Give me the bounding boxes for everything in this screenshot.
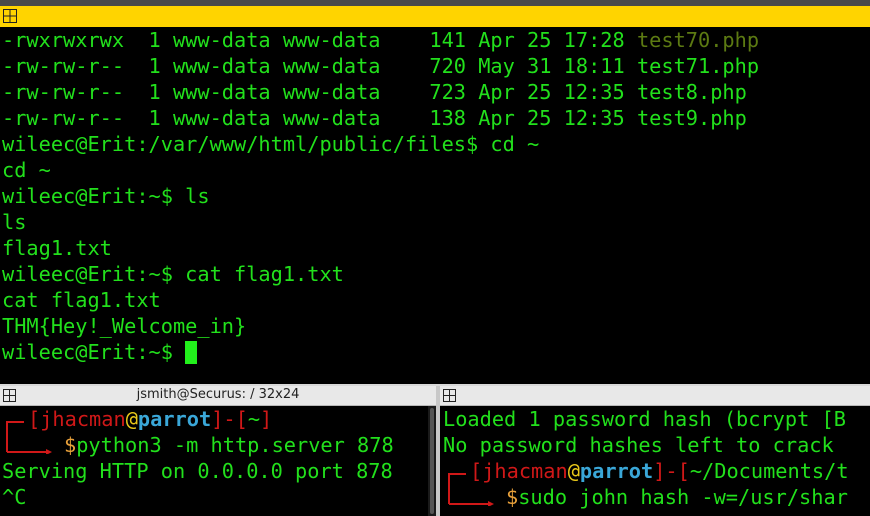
right-terminal-pane[interactable]: Loaded 1 password hash (bcrypt [B No pas… <box>440 406 870 516</box>
terminal-line: wileec@Erit:~$ ls <box>2 184 210 208</box>
file-name: test8.php <box>636 80 747 104</box>
flag-output: THM{Hey!_Welcome_in} <box>2 314 247 338</box>
terminal-line: cd ~ <box>2 158 51 182</box>
terminal-line: Serving HTTP on 0.0.0.0 port 878 <box>2 459 393 483</box>
terminal-line: Loaded 1 password hash (bcrypt [B <box>443 407 846 431</box>
terminal-line: flag1.txt <box>2 236 112 260</box>
terminal-line: No password hashes left to crack <box>443 433 834 457</box>
command-line: $sudo john hash -w=/usr/shar <box>506 485 848 509</box>
terminal-line: wileec@Erit:/var/www/html/public/files$ … <box>2 132 540 156</box>
prompt: wileec@Erit:~$ <box>2 340 186 364</box>
terminal-line: ^C <box>2 485 27 509</box>
prompt-header: [jhacman@parrot]-[~/Documents/t <box>470 459 849 483</box>
left-terminal-pane[interactable]: [jhacman@parrot]-[~] $python3 -m http.se… <box>0 406 428 516</box>
file-name: test70.php <box>636 28 760 52</box>
right-pane-titlebar[interactable] <box>440 386 870 406</box>
ls-line: -rw-rw-r-- 1 www-data www-data 723 Apr 2… <box>2 80 747 104</box>
window-menu-icon[interactable] <box>3 9 17 23</box>
terminal-line: wileec@Erit:~$ cat flag1.txt <box>2 262 344 286</box>
left-pane-scrollbar[interactable] <box>428 406 436 516</box>
left-pane-titlebar[interactable]: jsmith@Securus: / 32x24 <box>0 386 436 406</box>
ls-line: -rw-rw-r-- 1 www-data www-data 720 May 3… <box>2 54 760 78</box>
ls-line: -rw-rw-r-- 1 www-data www-data 138 Apr 2… <box>2 106 747 130</box>
text-cursor <box>185 341 198 364</box>
terminal-line: cat flag1.txt <box>2 288 161 312</box>
pane-menu-icon[interactable] <box>443 389 456 402</box>
ls-line: -rwxrwxrwx 1 www-data www-data 141 Apr 2… <box>2 28 760 52</box>
terminal-line: ls <box>2 210 27 234</box>
top-terminal[interactable]: -rwxrwxrwx 1 www-data www-data 141 Apr 2… <box>0 27 870 384</box>
active-prompt-line[interactable]: wileec@Erit:~$ <box>2 339 198 365</box>
left-pane-title: jsmith@Securus: / 32x24 <box>136 387 300 402</box>
top-terminal-titlebar[interactable] <box>0 6 870 27</box>
command-line: $python3 -m http.server 878 <box>64 433 394 457</box>
scroll-thumb[interactable] <box>430 408 434 514</box>
file-name: test9.php <box>636 106 747 130</box>
prompt-header: [jhacman@parrot]-[~] <box>28 407 273 431</box>
file-name: test71.php <box>636 54 760 78</box>
